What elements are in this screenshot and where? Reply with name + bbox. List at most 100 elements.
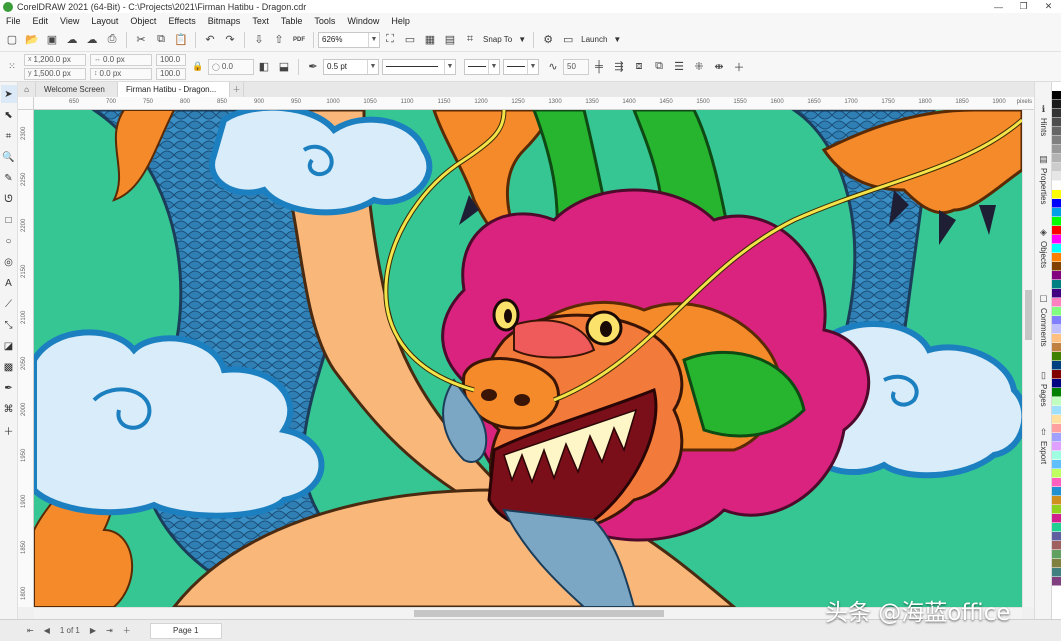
- add-icon[interactable]: ＋: [731, 59, 747, 75]
- menu-file[interactable]: File: [3, 16, 29, 26]
- color-swatch[interactable]: [1052, 163, 1061, 172]
- lock-ratio-icon[interactable]: 🔒: [190, 59, 206, 75]
- print-icon[interactable]: ⎙: [104, 32, 120, 48]
- spacing-icon[interactable]: ⇼: [711, 59, 727, 75]
- color-swatch[interactable]: [1052, 514, 1061, 523]
- wrap-text-icon[interactable]: ⇶: [611, 59, 627, 75]
- color-swatch[interactable]: [1052, 523, 1061, 532]
- color-swatch[interactable]: [1052, 334, 1061, 343]
- color-swatch[interactable]: [1052, 442, 1061, 451]
- full-screen-icon[interactable]: ▭: [402, 32, 418, 48]
- start-arrow-combo[interactable]: ▼: [464, 58, 500, 75]
- transparency-tool-icon[interactable]: ▩: [1, 358, 17, 376]
- crop-tool-icon[interactable]: ⌗: [1, 127, 17, 145]
- open-icon[interactable]: 📂: [24, 32, 40, 48]
- ellipse-tool-icon[interactable]: ○: [1, 232, 17, 250]
- height-field[interactable]: ↕ 0.0 px: [90, 67, 152, 80]
- color-swatch[interactable]: [1052, 307, 1061, 316]
- new-tab-icon[interactable]: ＋: [230, 82, 244, 97]
- color-swatch[interactable]: [1052, 325, 1061, 334]
- cloud-upload-icon[interactable]: ☁: [64, 32, 80, 48]
- launch-icon[interactable]: ▭: [560, 32, 576, 48]
- new-document-icon[interactable]: ▢: [4, 32, 20, 48]
- copy-icon[interactable]: ⧉: [153, 32, 169, 48]
- color-swatch[interactable]: [1052, 550, 1061, 559]
- freehand-tool-icon[interactable]: ✎: [1, 169, 17, 187]
- color-swatch[interactable]: [1052, 289, 1061, 298]
- rectangle-tool-icon[interactable]: □: [1, 211, 17, 229]
- color-swatch[interactable]: [1052, 298, 1061, 307]
- menu-view[interactable]: View: [56, 16, 87, 26]
- tab-properties[interactable]: ▤ Properties: [1035, 154, 1052, 204]
- gear-icon[interactable]: ⚙: [540, 32, 556, 48]
- chevron-down-icon[interactable]: ▼: [518, 35, 526, 44]
- chevron-down-icon[interactable]: ▼: [368, 32, 379, 47]
- zoom-level-combo[interactable]: 626% ▼: [318, 31, 380, 48]
- chevron-down-icon[interactable]: ▼: [444, 59, 455, 74]
- paste-icon[interactable]: 📋: [173, 32, 189, 48]
- ruler-origin[interactable]: [18, 97, 34, 110]
- chevron-down-icon[interactable]: ▼: [488, 59, 499, 74]
- smoothing-field[interactable]: 50: [563, 58, 589, 75]
- minimize-button[interactable]: —: [986, 0, 1011, 13]
- menu-table[interactable]: Table: [277, 16, 311, 26]
- align-icon[interactable]: ☰: [671, 59, 687, 75]
- interactive-fill-icon[interactable]: ⌘: [1, 400, 17, 418]
- tab-dragon-document[interactable]: Firman Hatibu - Dragon...: [118, 82, 230, 97]
- shape-tool-icon[interactable]: ⬉: [1, 106, 17, 124]
- color-swatch[interactable]: [1052, 424, 1061, 433]
- color-swatch[interactable]: [1052, 496, 1061, 505]
- launch-label[interactable]: Launch: [581, 35, 607, 44]
- color-swatch[interactable]: [1052, 199, 1061, 208]
- redo-icon[interactable]: ↷: [222, 32, 238, 48]
- menu-layout[interactable]: Layout: [87, 16, 126, 26]
- color-swatch[interactable]: [1052, 154, 1061, 163]
- text-tool-icon[interactable]: A: [1, 274, 17, 292]
- color-swatch[interactable]: [1052, 505, 1061, 514]
- color-swatch[interactable]: [1052, 181, 1061, 190]
- color-swatch[interactable]: [1052, 361, 1061, 370]
- color-swatch[interactable]: [1052, 379, 1061, 388]
- color-swatch[interactable]: [1052, 100, 1061, 109]
- eyedropper-tool-icon[interactable]: ✒: [1, 379, 17, 397]
- parallel-dimension-icon[interactable]: ⟋: [1, 295, 17, 313]
- color-swatch[interactable]: [1052, 343, 1061, 352]
- menu-effects[interactable]: Effects: [164, 16, 203, 26]
- color-swatch[interactable]: [1052, 280, 1061, 289]
- color-swatch[interactable]: [1052, 82, 1061, 91]
- next-page-icon[interactable]: ▶: [90, 626, 96, 635]
- x-position-field[interactable]: x 1,200.0 px: [24, 53, 86, 66]
- color-swatch[interactable]: [1052, 262, 1061, 271]
- color-swatch[interactable]: [1052, 577, 1061, 586]
- color-swatch[interactable]: [1052, 406, 1061, 415]
- color-swatch[interactable]: [1052, 316, 1061, 325]
- chevron-down-icon[interactable]: ▼: [527, 59, 538, 74]
- width-field[interactable]: ↔ 0.0 px: [90, 53, 152, 66]
- spiral-tool-icon[interactable]: ◎: [1, 253, 17, 271]
- color-swatch[interactable]: [1052, 559, 1061, 568]
- chevron-down-icon[interactable]: ▼: [367, 59, 378, 74]
- tab-welcome-screen[interactable]: Welcome Screen: [36, 82, 118, 97]
- show-rulers-icon[interactable]: ▤: [442, 32, 458, 48]
- smoothing-slider-icon[interactable]: ╪: [591, 59, 607, 75]
- color-swatch[interactable]: [1052, 109, 1061, 118]
- scale-y-field[interactable]: 100.0: [156, 67, 186, 80]
- color-swatch[interactable]: [1052, 451, 1061, 460]
- color-swatch[interactable]: [1052, 415, 1061, 424]
- mirror-horizontal-icon[interactable]: ◧: [256, 59, 272, 75]
- to-back-icon[interactable]: ⧉: [651, 59, 667, 75]
- vertical-ruler[interactable]: 2300 2250 2200 2150 2100 2050 2000 1950 1900 1850…: [18, 110, 34, 607]
- color-swatch[interactable]: [1052, 271, 1061, 280]
- restore-button[interactable]: ❐: [1011, 0, 1036, 13]
- chevron-down-icon[interactable]: ▼: [613, 35, 621, 44]
- zoom-tool-icon[interactable]: 🔍: [1, 148, 17, 166]
- curve-smoothing-icon[interactable]: ∿: [545, 59, 561, 75]
- first-page-icon[interactable]: ⇤: [27, 626, 34, 635]
- cut-icon[interactable]: ✂: [133, 32, 149, 48]
- add-page-icon[interactable]: ＋: [123, 625, 131, 636]
- snap-to-label[interactable]: Snap To: [483, 35, 512, 44]
- color-swatch[interactable]: [1052, 118, 1061, 127]
- line-style-combo[interactable]: ▼: [382, 58, 456, 75]
- end-arrow-combo[interactable]: ▼: [503, 58, 539, 75]
- tab-export[interactable]: ⇧ Export: [1035, 427, 1052, 464]
